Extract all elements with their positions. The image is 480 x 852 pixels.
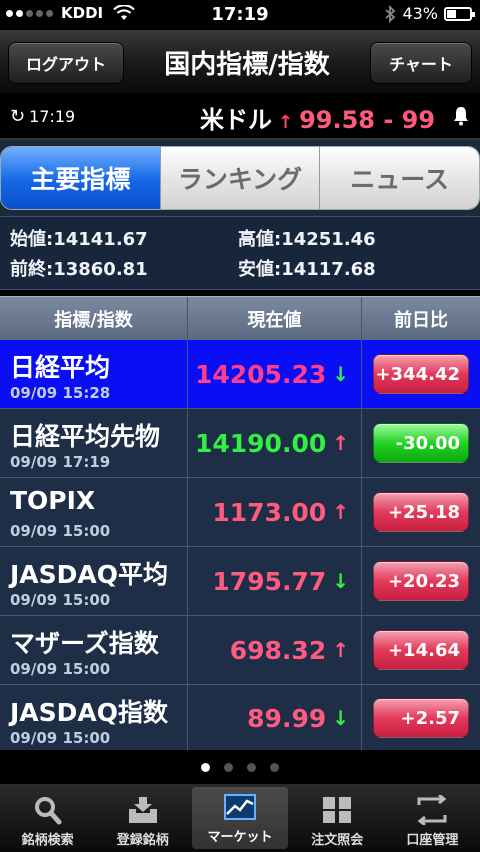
tab-label: 注文照会 [311,833,364,848]
tab-order-inquiry[interactable]: 注文照会 [290,784,385,852]
tab-label: マーケット [207,830,273,845]
direction-arrow: ↑ [332,638,349,662]
table-row[interactable]: マザーズ指数 09/09 15:00 698.32 ↑ +14.64 [0,616,480,685]
prev-close: 前終:13860.81 [10,259,148,280]
tab-label: 登録銘柄 [116,833,169,848]
ticker-value: 99.58 - 99 [299,106,436,134]
header-change: 前日比 [394,309,448,331]
ticker-bar: ↻ 17:19 米ドル ↑ 99.58 - 99 [0,94,480,140]
summary-panel: 始値:14141.67 高値:14251.46 前終:13860.81 安値:1… [0,216,480,290]
grid-icon [323,797,352,823]
ticker-arrow: ↑ [278,112,294,133]
tab-stock-search[interactable]: 銘柄検索 [0,784,95,852]
direction-arrow: ↑ [332,500,349,524]
change-badge: +14.64 [373,630,469,670]
current-value: 89.99 [247,703,327,733]
tab-news[interactable]: ニュース [319,147,479,209]
tab-bar: 銘柄検索 登録銘柄 マーケット 注文照会 口座管理 [0,784,480,852]
tab-main-indicators[interactable]: 主要指標 [1,147,160,209]
header-current-value: 現在値 [188,297,362,340]
index-name: JASDAQ平均 [10,560,169,589]
tab-label: 銘柄検索 [21,833,74,848]
open-price: 始値:14141.67 [10,229,148,250]
direction-arrow: ↓ [332,706,349,730]
refresh-button[interactable]: ↻ 17:19 [10,106,75,127]
table-row[interactable]: JASDAQ指数 09/09 15:00 89.99 ↓ +2.57 [0,685,480,752]
segmented-control: 主要指標 ランキング ニュース [0,146,480,210]
index-name: 日経平均 [10,353,111,382]
change-badge: +20.23 [373,561,469,601]
change-badge: +2.57 [373,698,469,738]
change-badge: +344.42 [373,354,469,394]
signal-carrier: KDDI [6,4,135,22]
direction-arrow: ↓ [332,569,349,593]
change-badge: -30.00 [373,423,469,463]
high-price: 高値:14251.46 [238,229,376,250]
index-timestamp: 09/09 15:00 [10,729,111,747]
navigation-bar: ログアウト 国内指標/指数 チャート [0,30,480,94]
index-name: マザーズ指数 [10,629,159,658]
table-row[interactable]: 日経平均 09/09 15:28 14205.23 ↓ +344.42 [0,340,480,409]
page-dot[interactable] [247,762,256,772]
table-row[interactable]: JASDAQ平均 09/09 15:00 1795.77 ↓ +20.23 [0,547,480,616]
signal-strength-icon [6,9,53,17]
chart-button[interactable]: チャート [370,42,472,84]
carrier-name: KDDI [61,4,104,22]
page-dot[interactable] [224,762,233,772]
ticker-marquee: 米ドル ↑ 99.58 - 99 [200,100,446,134]
tab-watchlist[interactable]: 登録銘柄 [95,784,190,852]
bell-icon[interactable] [452,106,470,126]
change-badge: +25.18 [373,492,469,532]
ticker-currency: 米ドル [200,106,272,134]
table-row[interactable]: 日経平均先物 09/09 17:19 14190.00 ↑ -30.00 [0,409,480,478]
index-name: JASDAQ指数 [10,698,169,727]
table-row[interactable]: TOPIX 09/09 15:00 1173.00 ↑ +25.18 [0,478,480,547]
page-dot[interactable] [270,762,279,772]
battery-icon [444,6,475,21]
download-tray-icon [128,797,157,823]
current-value: 1795.77 [212,566,327,596]
status-bar: KDDI 17:19 43% [0,0,480,30]
current-value: 698.32 [229,635,327,665]
header-index: 指標/指数 [0,297,188,340]
index-timestamp: 09/09 15:00 [10,522,111,540]
index-name: TOPIX [10,486,96,515]
index-table: 日経平均 09/09 15:28 14205.23 ↓ +344.42 日経平均先物… [0,340,480,752]
page-indicator[interactable] [0,750,480,784]
page-dot[interactable] [201,762,210,772]
table-header: 指標/指数 現在値 前日比 [0,296,480,340]
current-value: 1173.00 [212,497,327,527]
index-timestamp: 09/09 15:28 [10,384,111,402]
index-timestamp: 09/09 15:00 [10,591,111,609]
bluetooth-icon [385,4,396,23]
tab-ranking[interactable]: ランキング [159,147,320,209]
current-value: 14190.00 [194,428,327,458]
wifi-icon [113,5,135,20]
direction-arrow: ↓ [332,362,349,386]
update-time: 17:19 [29,107,76,126]
transfer-icon [417,795,447,825]
market-chart-icon [224,794,256,820]
low-price: 安値:14117.68 [238,259,376,280]
index-name: 日経平均先物 [10,422,161,451]
tab-label: 口座管理 [406,833,459,848]
page-title: 国内指標/指数 [164,50,330,80]
logout-button[interactable]: ログアウト [8,42,124,84]
refresh-icon: ↻ [10,106,26,127]
tab-market[interactable]: マーケット [192,787,288,849]
index-timestamp: 09/09 17:19 [10,453,111,471]
index-timestamp: 09/09 15:00 [10,660,111,678]
direction-arrow: ↑ [332,431,349,455]
search-icon [34,797,62,825]
tab-account[interactable]: 口座管理 [385,784,480,852]
current-value: 14205.23 [194,359,327,389]
battery-percent: 43% [402,4,438,23]
